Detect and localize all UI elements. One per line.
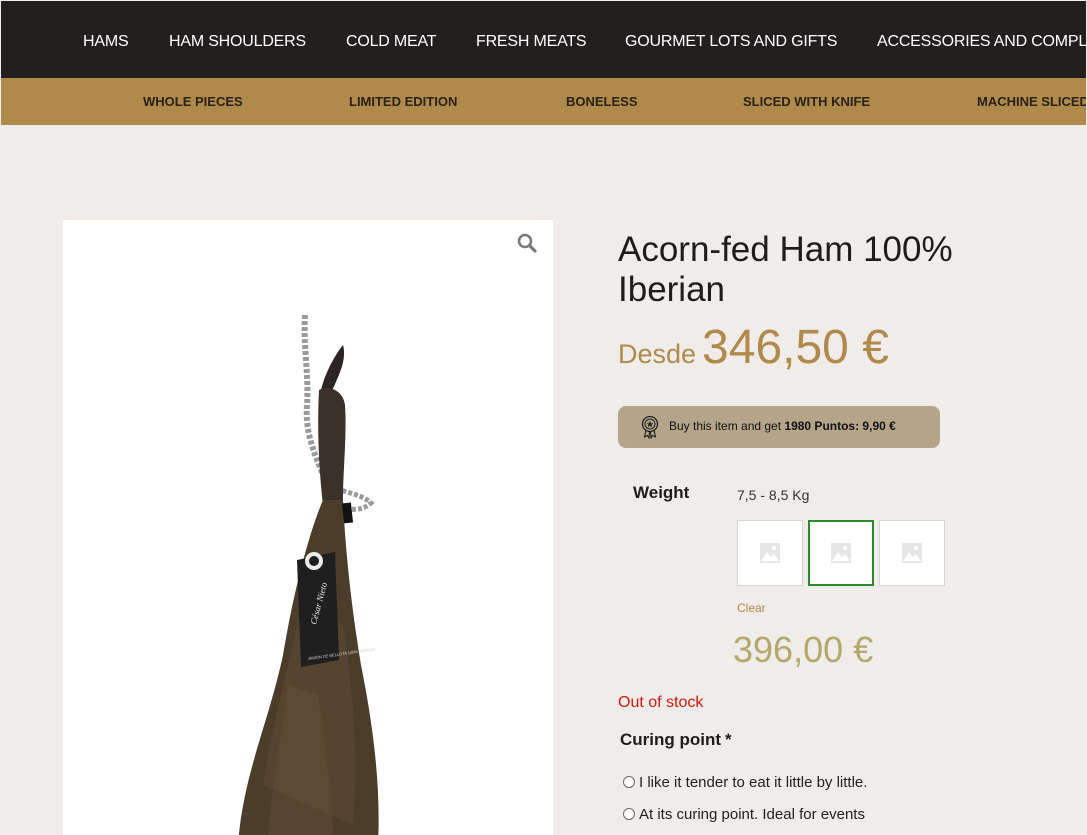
nav-item-hams[interactable]: HAMS <box>83 1 129 78</box>
weight-swatch-3[interactable] <box>879 520 945 586</box>
price-range: Desde 346,50 € <box>618 320 889 375</box>
subnav-item-limited-edition[interactable]: LIMITED EDITION <box>349 78 457 125</box>
required-marker: * <box>725 730 732 749</box>
price-from-label: Desde <box>618 339 697 369</box>
nav-item-gourmet-lots[interactable]: GOURMET LOTS AND GIFTS <box>625 1 837 78</box>
curing-point-label: Curing point * <box>620 730 732 749</box>
subnav-item-machine-sliced[interactable]: MACHINE SLICED <box>977 78 1086 125</box>
nav-item-cold-meat[interactable]: COLD MEAT <box>346 1 437 78</box>
variation-price: 396,00 € <box>733 629 874 670</box>
subnav-item-whole-pieces[interactable]: WHOLE PIECES <box>143 78 243 125</box>
curing-option-tender[interactable]: I like it tender to eat it little by lit… <box>622 774 867 791</box>
subnav-item-sliced-with-knife[interactable]: SLICED WITH KNIFE <box>743 78 870 125</box>
sub-navigation: WHOLE PIECES LIMITED EDITION BONELESS SL… <box>1 78 1086 125</box>
image-placeholder-icon <box>760 543 780 563</box>
loyalty-points-banner: Buy this item and get 1980 Puntos: 9,90 … <box>618 406 940 448</box>
stock-status: Out of stock <box>618 694 704 711</box>
product-title: Acorn-fed Ham 100% Iberian <box>618 230 953 309</box>
main-navigation: HAMS HAM SHOULDERS COLD MEAT FRESH MEATS… <box>1 1 1086 78</box>
weight-swatch-1[interactable] <box>737 520 803 586</box>
image-placeholder-icon <box>831 543 851 563</box>
radio-icon[interactable] <box>623 808 635 820</box>
weight-swatch-2[interactable] <box>808 520 874 586</box>
medal-icon <box>641 415 659 439</box>
points-text: Buy this item and get 1980 Puntos: 9,90 … <box>669 419 896 433</box>
product-image: César Nieto JAMÓN DE BELLOTA 100% IBÉRIC… <box>238 314 379 835</box>
radio-icon[interactable] <box>623 776 635 788</box>
curing-option-label: I like it tender to eat it little by lit… <box>639 774 868 791</box>
curing-option-label: At its curing point. Ideal for events <box>639 806 865 823</box>
search-icon[interactable] <box>516 232 540 256</box>
weight-label: Weight <box>633 483 690 502</box>
clear-selection-link[interactable]: Clear <box>737 601 766 615</box>
curing-option-events[interactable]: At its curing point. Ideal for events <box>622 806 865 823</box>
nav-item-accessories[interactable]: ACCESSORIES AND COMPL <box>877 1 1086 78</box>
nav-item-fresh-meats[interactable]: FRESH MEATS <box>476 1 587 78</box>
image-placeholder-icon <box>902 543 922 563</box>
nav-item-ham-shoulders[interactable]: HAM SHOULDERS <box>169 1 306 78</box>
price-from-amount: 346,50 € <box>702 321 889 374</box>
product-gallery[interactable]: César Nieto JAMÓN DE BELLOTA 100% IBÉRIC… <box>63 220 553 835</box>
weight-value: 7,5 - 8,5 Kg <box>737 487 810 503</box>
subnav-item-boneless[interactable]: BONELESS <box>566 78 638 125</box>
